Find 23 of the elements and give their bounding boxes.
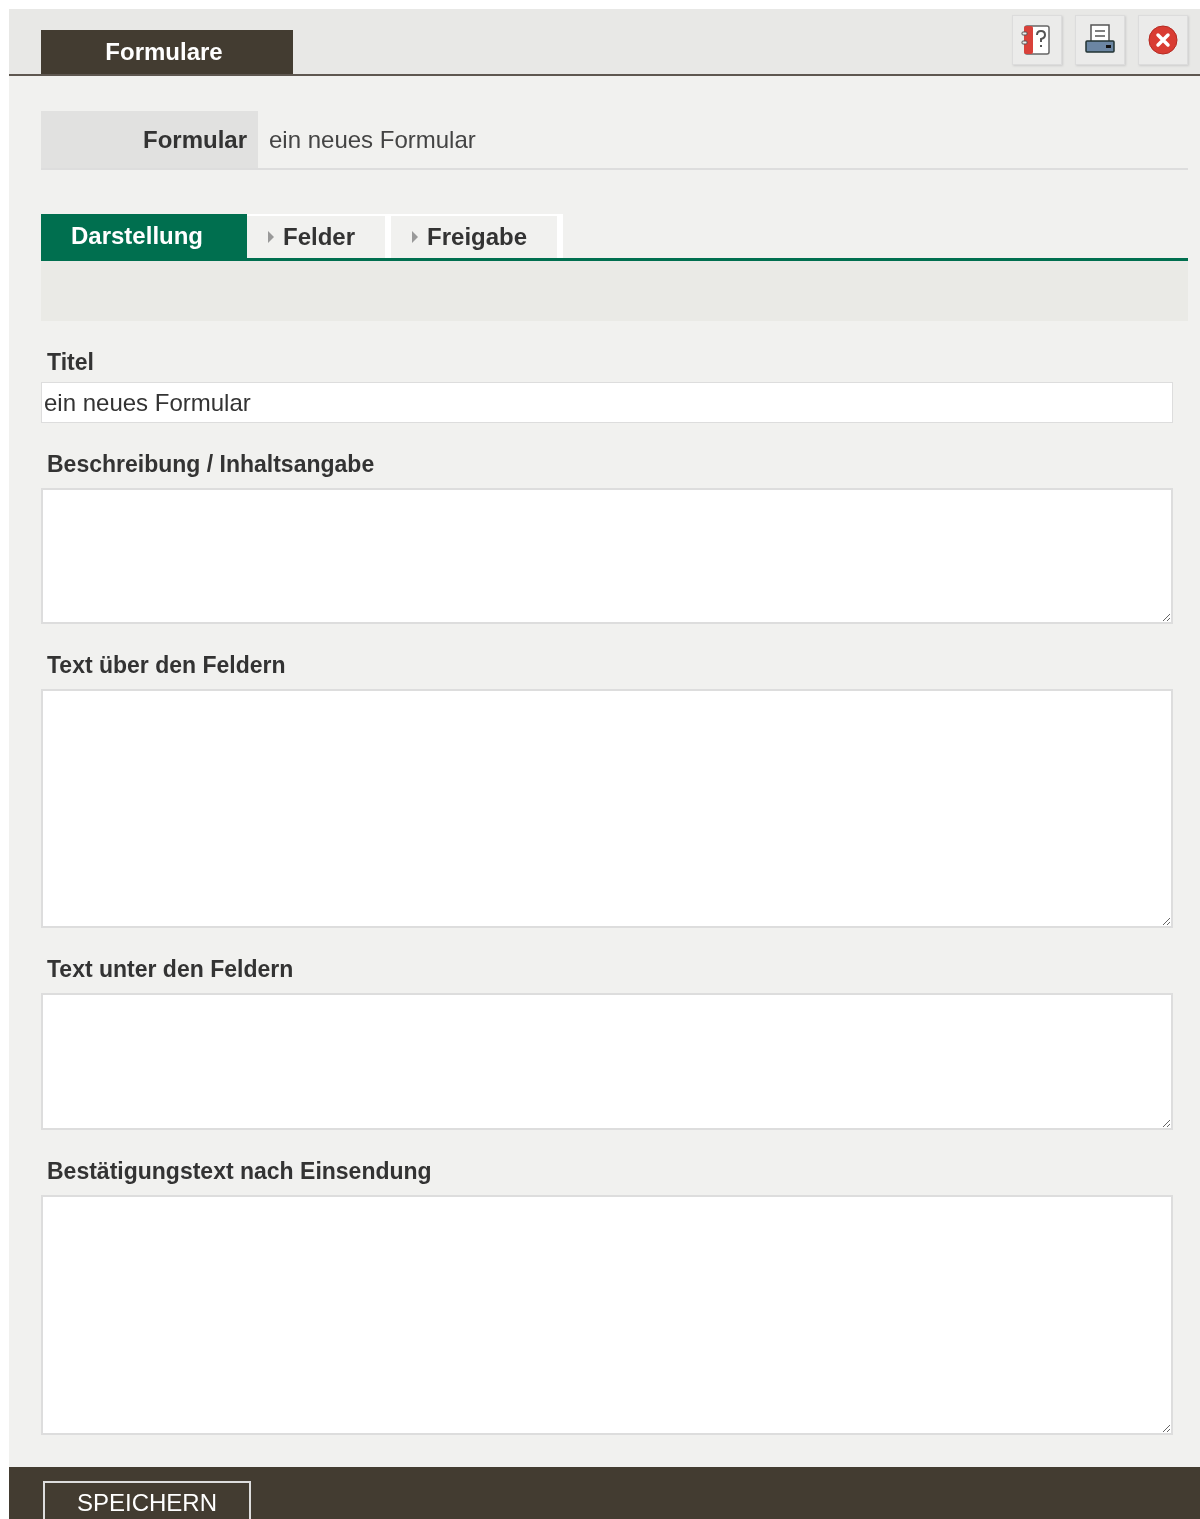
field-label: Beschreibung / Inhaltsangabe [46, 452, 376, 476]
text-area[interactable] [41, 993, 1173, 1130]
field-label: Titel [46, 350, 95, 374]
record-label: Formular [41, 111, 258, 168]
tab[interactable]: Felder [247, 214, 392, 258]
tab[interactable]: Darstellung [41, 214, 247, 258]
close-icon [1145, 22, 1181, 58]
record-value: ein neues Formular [268, 124, 476, 155]
save-button[interactable]: SPEICHERN [43, 1481, 251, 1519]
print-button[interactable] [1075, 15, 1125, 65]
window-title: Formulare [41, 30, 293, 74]
text-input[interactable]: ein neues Formular [41, 382, 1173, 423]
close-button[interactable] [1138, 15, 1188, 65]
text-area[interactable] [41, 689, 1173, 928]
field-label: Text über den Feldern [46, 653, 287, 677]
text-area[interactable] [41, 1195, 1173, 1435]
field-label: Bestätigungstext nach Einsendung [46, 1159, 433, 1183]
field-label: Text unter den Feldern [46, 957, 295, 981]
text-area[interactable] [41, 488, 1173, 624]
tab[interactable]: Freigabe [391, 214, 564, 258]
triangle-icon [411, 230, 420, 244]
help-button[interactable] [1012, 15, 1062, 65]
triangle-icon [267, 230, 275, 244]
